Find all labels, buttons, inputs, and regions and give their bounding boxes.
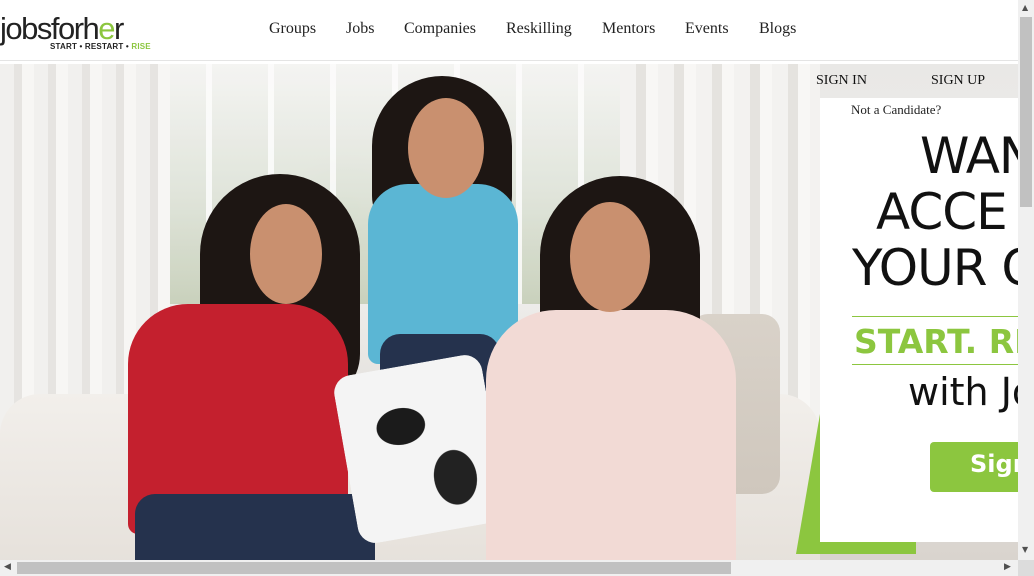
hero-woman-center-face: [408, 98, 484, 198]
nav-groups[interactable]: Groups: [269, 20, 316, 38]
logo-text-h: h: [82, 11, 100, 46]
hero-woman-right-face: [570, 202, 650, 312]
logo-text-r: r: [114, 11, 124, 46]
promo-headline-line2: ACCE: [876, 183, 1008, 241]
logo-text-jobsfor: jobsfor: [0, 11, 84, 46]
promo-headline-line1: WAN: [920, 127, 1018, 185]
scroll-up-arrow-icon[interactable]: ▲: [1022, 3, 1028, 12]
logo-text-e: e: [98, 11, 115, 46]
horizontal-scrollbar[interactable]: ◀ ▶: [0, 560, 1018, 576]
hero-pillow: [331, 352, 509, 546]
vertical-scrollbar[interactable]: ▲ ▼: [1018, 0, 1034, 560]
horizontal-scroll-thumb[interactable]: [17, 562, 731, 574]
scroll-down-arrow-icon[interactable]: ▼: [1022, 545, 1028, 554]
sign-in-link[interactable]: SIGN IN: [816, 73, 867, 89]
promo-with-text: with Jo: [908, 370, 1018, 414]
hero-woman-right-top: [486, 310, 736, 560]
logo-wordmark: jobsforher: [0, 11, 124, 46]
nav-jobs[interactable]: Jobs: [346, 20, 374, 38]
sign-up-link[interactable]: SIGN UP: [931, 73, 985, 89]
logo-tagline-rise: RISE: [131, 42, 151, 51]
logo-tagline-main: START • RESTART •: [50, 42, 132, 51]
nav-events[interactable]: Events: [685, 20, 729, 38]
hero-woman-left-face: [250, 204, 322, 304]
signup-promo-panel: Not a Candidate? WAN ACCE YOUR C START. …: [820, 98, 1018, 542]
vertical-scroll-thumb[interactable]: [1020, 17, 1032, 207]
nav-blogs[interactable]: Blogs: [759, 20, 796, 38]
nav-reskilling[interactable]: Reskilling: [506, 20, 572, 38]
promo-divider-bottom: [852, 364, 1018, 365]
promo-tagline: START. RE: [854, 322, 1018, 361]
nav-mentors[interactable]: Mentors: [602, 20, 655, 38]
promo-sign-up-button[interactable]: Sign: [930, 442, 1018, 492]
promo-headline-line3: YOUR C: [852, 239, 1018, 297]
hero-woman-left-jeans: [135, 494, 375, 560]
promo-sign-up-button-label: Sign: [970, 450, 1018, 478]
top-navigation-bar: jobsforher START • RESTART • RISE Groups…: [0, 0, 1018, 61]
scroll-left-arrow-icon[interactable]: ◀: [4, 562, 11, 572]
scroll-right-arrow-icon[interactable]: ▶: [1004, 562, 1011, 572]
logo-tagline: START • RESTART • RISE: [50, 42, 151, 51]
not-a-candidate-link[interactable]: Not a Candidate?: [851, 102, 941, 118]
hero-banner: SIGN IN SIGN UP Not a Candidate? WAN ACC…: [0, 64, 1018, 560]
nav-companies[interactable]: Companies: [404, 20, 476, 38]
promo-divider-top: [852, 316, 1018, 317]
scrollbar-corner: [1018, 560, 1034, 576]
